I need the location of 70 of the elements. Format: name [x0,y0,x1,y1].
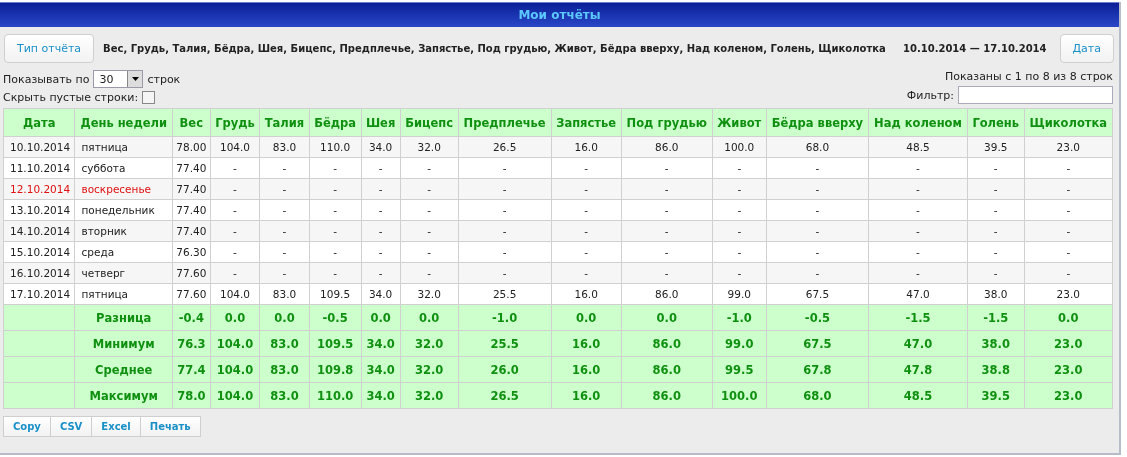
column-header[interactable]: Живот [712,108,767,137]
column-header[interactable]: Вес [172,108,211,137]
summary-cell: 16.0 [551,356,622,383]
page-size-label: Показывать по [3,72,90,86]
column-header[interactable]: Щиколотка [1024,108,1113,137]
filter-label: Фильтр: [906,88,954,102]
column-header[interactable]: Предплечье [458,108,552,137]
summary-cell: 26.0 [458,356,552,383]
column-header[interactable]: Грудь [210,108,260,137]
export-button[interactable]: Copy [3,416,51,437]
summary-cell: 67.8 [766,356,869,383]
date-button[interactable]: Дата [1059,34,1114,63]
summary-cell: 86.0 [621,382,713,409]
export-button[interactable]: Печать [139,416,201,437]
date-range: 10.10.2014 — 17.10.2014 [903,43,1047,54]
summary-cell: 23.0 [1024,382,1113,409]
window-title: Мои отчёты [518,8,601,22]
summary-cell: -1.0 [458,304,552,331]
summary-cell: -1.5 [868,304,968,331]
column-header[interactable]: Бицепс [400,108,459,137]
table-cell: 14.10.2014 [3,220,75,242]
hide-empty-checkbox[interactable] [142,91,156,104]
summary-label: Минимум [75,330,173,357]
summary-cell: 86.0 [621,356,713,383]
export-button[interactable]: CSV [49,416,93,437]
page-size-select[interactable]: 30 [93,70,144,88]
column-header[interactable]: День недели [75,108,173,137]
summary-cell: 48.5 [868,382,968,409]
table-cell: 12.10.2014 [3,178,75,200]
column-header[interactable]: Талия [259,108,310,137]
column-header[interactable]: Шея [361,108,401,137]
summary-cell: 16.0 [551,330,622,357]
hide-empty-label: Скрыть пустые строки: [3,91,139,104]
fields-list: Вес, Грудь, Талия, Бёдра, Шея, Бицепс, Предплечье, Запястье, Под грудью, Живот, Бёдра вверху, Над коленом, Голень, Щиколотка [103,43,894,54]
summary-cell: 47.0 [868,330,968,357]
column-header[interactable]: Бёдра [309,108,362,137]
column-header[interactable]: Дата [3,108,75,137]
page-size-label: строк [147,72,181,86]
filter-field[interactable] [958,86,1113,104]
report-type-button[interactable]: Тип отчёта [4,34,95,63]
column-header[interactable]: Запястье [551,108,622,137]
table-cell: 11.10.2014 [3,157,75,179]
summary-cell: 16.0 [551,382,622,409]
caret-icon [131,77,139,81]
summary-cell: 0.0 [621,304,713,331]
summary-label: Разница [75,304,173,331]
table-cell: 16.10.2014 [3,262,75,284]
summary-cell: 0.0 [1024,304,1113,331]
summary-cell: 23.0 [1024,330,1113,357]
table-cell: 13.10.2014 [3,199,75,221]
summary-cell: 26.5 [458,382,552,409]
table-cell: 15.10.2014 [3,241,75,263]
summary-cell: -0.5 [766,304,869,331]
column-header[interactable]: Под грудью [621,108,713,137]
export-button[interactable]: Excel [91,416,141,437]
summary-cell: 47.8 [868,356,968,383]
column-header[interactable]: Над коленом [868,108,968,137]
table-cell: 17.10.2014 [3,283,75,305]
column-header[interactable]: Голень [967,108,1025,137]
rows-info: Показаны с 1 по 8 из 8 строк [944,70,1113,83]
table-cell: 10.10.2014 [3,136,75,158]
summary-cell: 25.5 [458,330,552,357]
summary-label: Среднее [75,356,173,383]
column-header[interactable]: Бёдра вверху [766,108,869,137]
summary-cell: 68.0 [766,382,869,409]
summary-cell: 86.0 [621,330,713,357]
summary-label: Максимум [75,382,173,409]
summary-cell: 0.0 [551,304,622,331]
summary-cell: 23.0 [1024,356,1113,383]
summary-cell: 67.5 [766,330,869,357]
